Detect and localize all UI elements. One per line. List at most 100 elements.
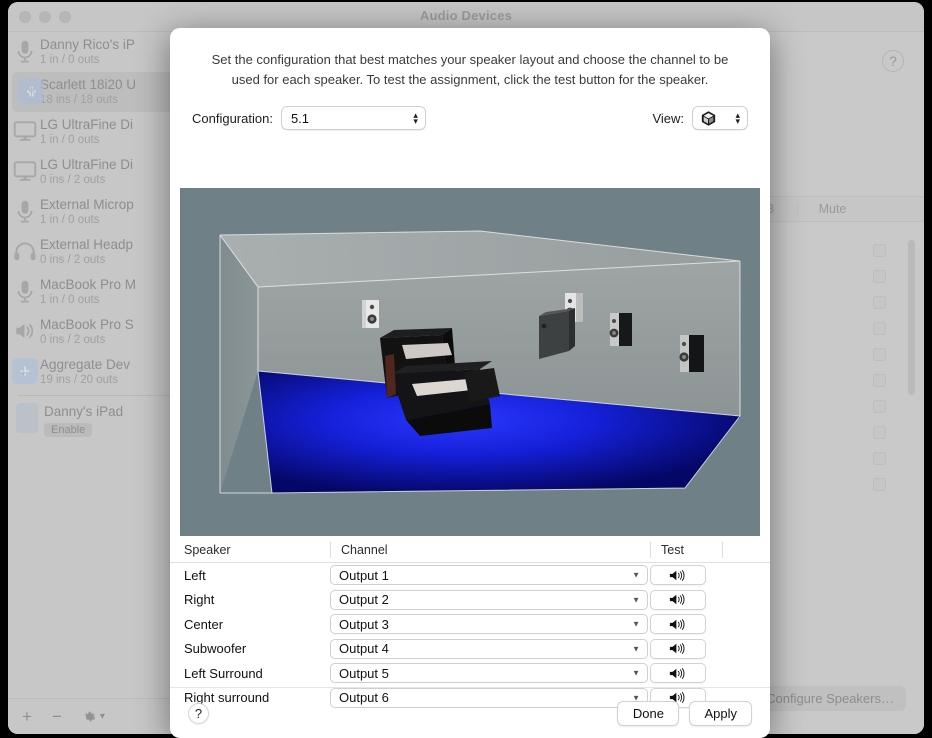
mute-checkbox[interactable] [873,296,886,309]
vertical-scrollbar[interactable] [908,240,915,395]
column-header-end [722,542,770,558]
channel-select[interactable]: Output 5▼ [330,663,648,683]
done-button[interactable]: Done [617,701,679,726]
view-select[interactable]: ▴▾ [692,106,748,130]
test-speaker-button[interactable] [650,565,706,585]
configure-speakers-sheet: Set the configuration that best matches … [170,28,770,738]
speaker-icon [12,318,38,344]
channel-cell: Output 2▼ [330,590,650,610]
channel-cell: Output 1▼ [330,565,650,585]
mute-checkbox[interactable] [873,270,886,283]
speaker-icon [12,318,38,344]
device-list-item[interactable]: MacBook Pro S0 ins / 2 outs [8,312,192,352]
channel-value: Output 4 [339,641,389,656]
chevron-down-icon: ▼ [632,571,640,580]
channel-select[interactable]: Output 4 ▼ [330,639,648,659]
mute-checkbox[interactable] [873,452,886,465]
channel-value: Output 5 [339,666,389,681]
left-speaker [362,300,379,328]
column-header-mute[interactable]: Mute [797,202,867,216]
device-list-item[interactable]: External Microp1 in / 0 outs [8,192,192,232]
chevron-down-icon: ▼ [632,644,640,653]
speaker-channel-table: Speaker Channel Test LeftOutput 1▼RightO… [170,537,770,687]
table-row[interactable]: RightOutput 2▼ [170,588,770,613]
mute-checkbox[interactable] [873,244,886,257]
test-cell [650,639,722,659]
test-cell [650,590,722,610]
chevron-updown-icon: ▴▾ [413,112,418,124]
screen: Audio Devices Danny Rico's iP1 in / 0 ou… [0,0,932,738]
headphones-icon [12,238,38,264]
gear-icon [82,709,97,724]
microphone-icon [12,198,38,224]
device-list-item[interactable]: LG UltraFine Di0 ins / 2 outs [8,152,192,192]
test-speaker-button[interactable] [650,639,706,659]
table-row[interactable]: LeftOutput 1▼ [170,563,770,588]
microphone-icon [12,198,38,224]
speaker-name-cell: Left [170,568,330,583]
mute-checkbox-column[interactable] [873,244,886,491]
device-io-summary: 18 ins / 18 outs [40,93,188,107]
microphone-icon [12,278,38,304]
channel-value: Output 2 [339,592,389,607]
device-list-item[interactable]: LG UltraFine Di1 in / 0 outs [8,112,192,152]
test-cell [650,614,722,634]
device-list-item[interactable]: ›Aggregate Dev19 ins / 20 outs [8,352,192,392]
test-speaker-button[interactable] [650,590,706,610]
mute-checkbox[interactable] [873,478,886,491]
plus-square-icon [17,363,33,379]
add-device-button[interactable]: + [22,707,32,727]
right-surround-speaker [679,335,704,372]
remove-device-button[interactable]: − [52,707,62,727]
mute-checkbox[interactable] [873,348,886,361]
device-list[interactable]: Danny Rico's iP1 in / 0 outsScarlett 18i… [8,32,192,392]
help-button[interactable]: ? [882,50,904,72]
column-header-test[interactable]: Test [650,542,722,558]
device-list-item[interactable]: MacBook Pro M1 in / 0 outs [8,272,192,312]
device-list-item[interactable]: External Headp0 ins / 2 outs [8,232,192,272]
column-header-channel[interactable]: Channel [330,542,650,558]
room-3d-preview[interactable] [180,188,760,536]
channel-select[interactable]: Output 3▼ [330,614,648,634]
list-item-ipad[interactable]: Danny's iPad Enable [8,399,192,439]
speaker-name-cell: Center [170,617,330,632]
table-row[interactable]: Subwoofer Output 4 ▼ [170,637,770,662]
mute-checkbox[interactable] [873,374,886,387]
sheet-description: Set the configuration that best matches … [170,28,770,90]
speaker-name-cell: Subwoofer [170,641,330,656]
speaker-wave-icon [668,593,688,606]
device-sidebar: Danny Rico's iP1 in / 0 outsScarlett 18i… [8,32,193,734]
device-name: Scarlett 18i20 U [40,77,188,93]
channel-cell: Output 3▼ [330,614,650,634]
configuration-select[interactable]: 5.1 ▴▾ [281,106,426,130]
test-speaker-button[interactable] [650,663,706,683]
enable-button[interactable]: Enable [44,423,92,437]
display-icon [12,158,38,184]
device-list-item[interactable]: Scarlett 18i20 U18 ins / 18 outs [12,72,188,112]
settings-menu-button[interactable]: ▾ [82,709,105,724]
mute-checkbox[interactable] [873,426,886,439]
chevron-updown-icon: ▴▾ [735,112,740,124]
configure-speakers-button[interactable]: Configure Speakers… [754,686,906,711]
column-header-speaker[interactable]: Speaker [170,543,330,557]
speaker-wave-icon [668,667,688,680]
mute-checkbox[interactable] [873,400,886,413]
table-row[interactable]: Left SurroundOutput 5▼ [170,661,770,686]
headphones-icon [12,238,38,264]
test-speaker-button[interactable] [650,614,706,634]
apply-button[interactable]: Apply [689,701,752,726]
speaker-name-cell: Right [170,592,330,607]
view-label: View: [652,111,684,126]
sidebar-toolbar: + − ▾ [8,698,192,734]
view-control: View: ▴▾ [652,106,748,130]
mute-checkbox[interactable] [873,322,886,335]
channel-select[interactable]: Output 1▼ [330,565,648,585]
plus-square-icon [12,358,38,384]
table-row[interactable]: CenterOutput 3▼ [170,612,770,637]
display-icon [12,118,38,144]
sidebar-divider [18,395,182,396]
help-button[interactable]: ? [188,703,209,724]
device-list-item[interactable]: Danny Rico's iP1 in / 0 outs [8,32,192,72]
configuration-label: Configuration: [192,111,273,126]
channel-select[interactable]: Output 2▼ [330,590,648,610]
